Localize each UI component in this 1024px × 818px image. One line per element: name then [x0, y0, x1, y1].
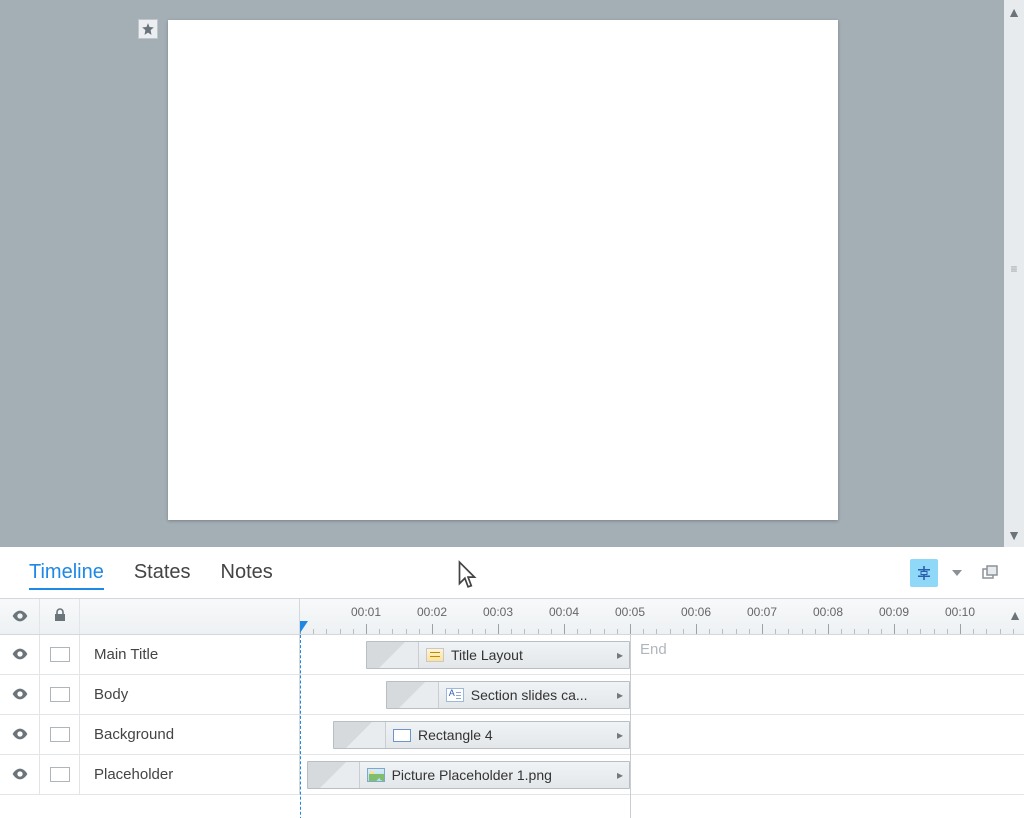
visibility-column-header[interactable] [0, 599, 40, 634]
canvas-area: ▲ ≡ ▼ [0, 0, 1024, 547]
visibility-toggle[interactable] [0, 715, 40, 754]
align-playhead-icon [916, 565, 932, 581]
timeline-clip[interactable]: Rectangle 4 ▸ [333, 721, 630, 749]
timeline-header: 00:01 00:02 00:03 00:04 00:05 00:06 00:07 00:08… [0, 599, 1024, 635]
clip-fade-handle[interactable] [334, 722, 386, 748]
tab-timeline[interactable]: Timeline [29, 557, 104, 590]
track-area[interactable]: Rectangle 4 ▸ [300, 715, 1024, 754]
timeline-row: Main Title Title Layout ▸ [0, 635, 1024, 675]
timeline-body: End Main Title Title Layout ▸ Body Secti… [0, 635, 1024, 818]
clip-label: Picture Placeholder 1.png [392, 767, 629, 783]
timeline-row: Background Rectangle 4 ▸ [0, 715, 1024, 755]
clip-menu-icon[interactable]: ▸ [617, 728, 623, 742]
clip-type-icon [392, 727, 412, 743]
clip-menu-icon[interactable]: ▸ [617, 688, 623, 702]
ruler-tick-label: 00:05 [615, 605, 645, 619]
lock-toggle[interactable] [40, 715, 80, 754]
timeline-clip[interactable]: Section slides ca... ▸ [386, 681, 630, 709]
layer-name[interactable]: Background [80, 726, 299, 743]
ruler-tick-label: 00:07 [747, 605, 777, 619]
undock-icon [982, 565, 998, 581]
align-playhead-button[interactable] [910, 559, 938, 587]
eye-icon [12, 647, 28, 663]
track-area[interactable]: Section slides ca... ▸ [300, 675, 1024, 714]
ruler-tick-label: 00:02 [417, 605, 447, 619]
lock-toggle[interactable] [40, 755, 80, 794]
slide-effects-button[interactable] [138, 19, 158, 39]
clip-menu-icon[interactable]: ▸ [617, 648, 623, 662]
ruler-tick-label: 00:04 [549, 605, 579, 619]
ruler-tick-label: 00:08 [813, 605, 843, 619]
clip-fade-handle[interactable] [308, 762, 360, 788]
clip-label: Section slides ca... [471, 687, 629, 703]
eye-icon [12, 727, 28, 743]
lock-toggle[interactable] [40, 675, 80, 714]
eye-icon [12, 609, 28, 625]
playhead[interactable] [300, 621, 308, 633]
lock-toggle[interactable] [40, 635, 80, 674]
scroll-up-icon[interactable]: ▲ [1008, 607, 1022, 623]
clip-type-icon [425, 647, 445, 663]
clip-type-icon [366, 767, 386, 783]
timeline-clip[interactable]: Title Layout ▸ [366, 641, 630, 669]
ruler-tick-label: 00:10 [945, 605, 975, 619]
visibility-toggle[interactable] [0, 635, 40, 674]
timeline-ruler[interactable]: 00:01 00:02 00:03 00:04 00:05 00:06 00:07 00:08… [300, 599, 1024, 634]
panel-grip-icon[interactable]: ≡ [1010, 262, 1017, 276]
ruler-tick-label: 00:09 [879, 605, 909, 619]
right-panel-toggle: ▲ ≡ ▼ [1004, 0, 1024, 547]
clip-label: Rectangle 4 [418, 727, 629, 743]
end-marker-line[interactable] [630, 635, 631, 818]
star-icon [141, 22, 155, 36]
layer-name[interactable]: Main Title [80, 646, 299, 663]
visibility-toggle[interactable] [0, 755, 40, 794]
clip-label: Title Layout [451, 647, 629, 663]
timeline-clip[interactable]: Picture Placeholder 1.png ▸ [307, 761, 630, 789]
playhead-line [300, 635, 301, 818]
clip-fade-handle[interactable] [367, 642, 419, 668]
lock-column-header[interactable] [40, 599, 80, 634]
timeline-row: Body Section slides ca... ▸ [0, 675, 1024, 715]
timeline-options-dropdown[interactable] [952, 570, 962, 576]
clip-menu-icon[interactable]: ▸ [617, 768, 623, 782]
slide-canvas[interactable] [168, 20, 838, 520]
eye-icon [12, 767, 28, 783]
ruler-tick-label: 00:03 [483, 605, 513, 619]
lock-icon [54, 608, 66, 625]
panel-arrow-down-icon[interactable]: ▼ [1007, 527, 1021, 543]
panel-tabs-bar: Timeline States Notes [0, 547, 1024, 599]
clip-fade-handle[interactable] [387, 682, 439, 708]
layer-name[interactable]: Placeholder [80, 766, 299, 783]
layer-name[interactable]: Body [80, 686, 299, 703]
clip-type-icon [445, 687, 465, 703]
eye-icon [12, 687, 28, 703]
timeline-panel: 00:01 00:02 00:03 00:04 00:05 00:06 00:07 00:08… [0, 599, 1024, 818]
undock-panel-button[interactable] [976, 559, 1004, 587]
track-area[interactable]: Title Layout ▸ [300, 635, 1024, 674]
track-area[interactable]: Picture Placeholder 1.png ▸ [300, 755, 1024, 794]
tab-states[interactable]: States [134, 557, 191, 588]
tab-notes[interactable]: Notes [221, 557, 273, 588]
ruler-tick-label: 00:01 [351, 605, 381, 619]
ruler-tick-label: 00:06 [681, 605, 711, 619]
panel-arrow-up-icon[interactable]: ▲ [1007, 4, 1021, 20]
timeline-row: Placeholder Picture Placeholder 1.png ▸ [0, 755, 1024, 795]
visibility-toggle[interactable] [0, 675, 40, 714]
